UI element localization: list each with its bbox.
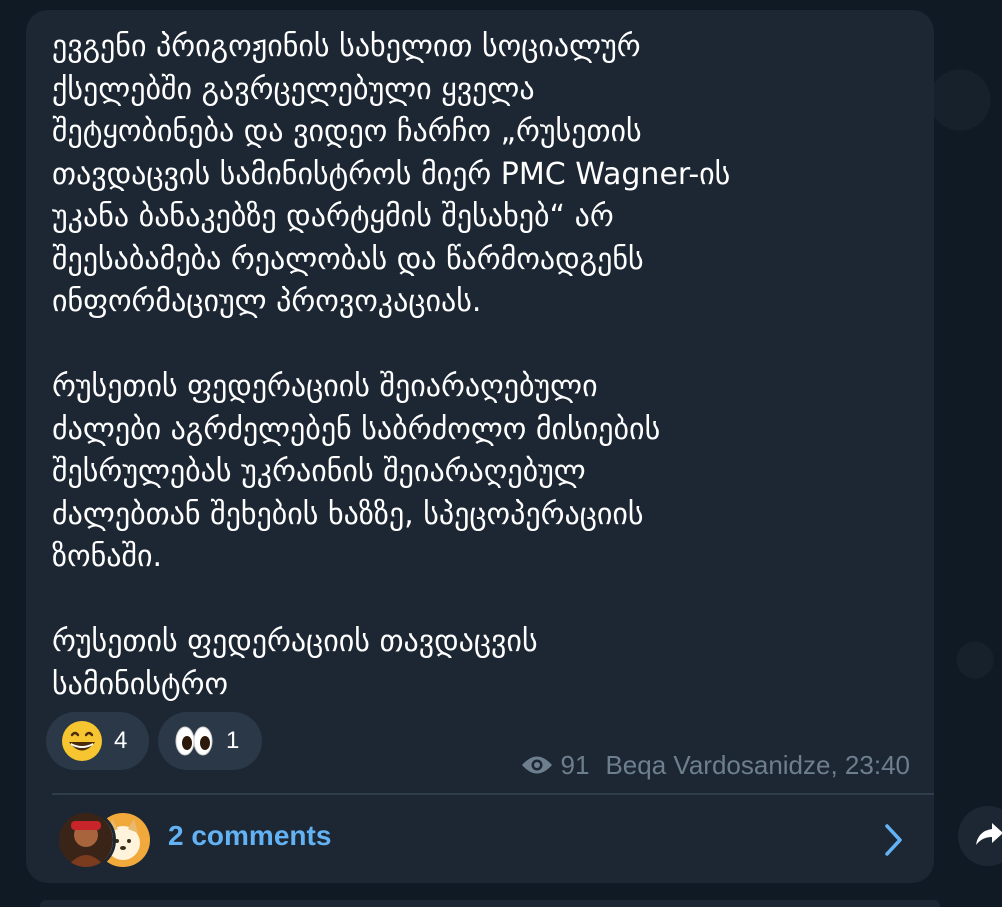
grinning-face-emoji-icon — [60, 719, 104, 763]
views-count: 91 — [560, 749, 590, 780]
reaction-eyes[interactable]: 1 — [158, 712, 262, 770]
chevron-right-icon — [882, 820, 906, 860]
views-eye-icon — [521, 754, 553, 776]
avatar — [56, 810, 116, 870]
reaction-count: 4 — [114, 727, 128, 754]
message-meta: 91 Beqa Vardosanidze, 23:40 — [521, 748, 910, 782]
comments-label: 2 comments — [168, 820, 332, 851]
comments-button[interactable]: 2 comments — [26, 796, 934, 883]
eyes-emoji-icon — [172, 719, 216, 763]
divider — [52, 793, 934, 795]
author-time: Beqa Vardosanidze, 23:40 — [605, 749, 910, 780]
message-text: ევგენი პრიგოჟინის სახელით სოციალურ ქსელე… — [52, 29, 731, 702]
share-arrow-icon — [974, 821, 1002, 851]
reaction-count: 1 — [226, 727, 240, 754]
reaction-grinning[interactable]: 4 — [46, 712, 149, 770]
next-message-edge — [40, 900, 940, 907]
